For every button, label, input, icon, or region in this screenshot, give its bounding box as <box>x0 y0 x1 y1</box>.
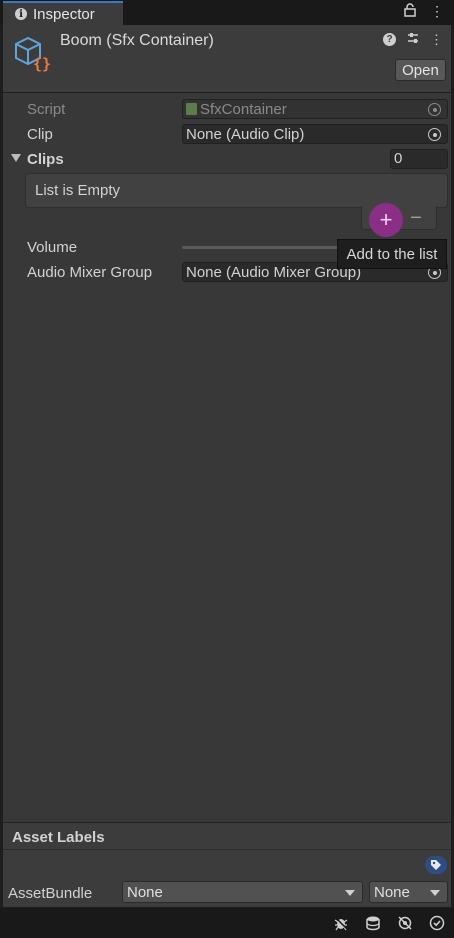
script-label: Script <box>27 101 66 118</box>
clip-row: Clip None (Audio Clip) <box>3 123 451 145</box>
header-icons: ? ⋮ <box>383 31 443 48</box>
asset-labels-section: Asset Labels AssetBundle None None <box>3 822 451 907</box>
variant-dropdown[interactable]: None <box>369 881 448 903</box>
svg-text:{}: {} <box>33 55 51 72</box>
list-empty-text: List is Empty <box>35 182 121 199</box>
open-button[interactable]: Open <box>395 59 446 81</box>
clip-field[interactable]: None (Audio Clip) <box>182 124 448 144</box>
status-bar <box>0 908 454 938</box>
variant-value: None <box>374 883 410 901</box>
clips-size-field[interactable]: 0 <box>390 149 448 169</box>
tab-menu-icon[interactable]: ⋮ <box>430 3 444 20</box>
divider <box>3 849 451 850</box>
chevron-down-icon <box>345 890 355 896</box>
volume-label: Volume <box>27 239 78 256</box>
script-field: SfxContainer <box>182 99 448 119</box>
add-to-list-button[interactable]: + <box>369 203 403 237</box>
volume-slider[interactable] <box>182 246 352 249</box>
assetbundle-label: AssetBundle <box>8 885 93 902</box>
tag-icon[interactable] <box>425 856 447 874</box>
check-circle-icon[interactable] <box>428 914 446 932</box>
assetbundle-dropdown[interactable]: None <box>122 881 363 903</box>
clip-value: None (Audio Clip) <box>186 125 305 143</box>
tooltip: Add to the list <box>337 239 447 269</box>
remove-from-list-button[interactable]: − <box>406 207 426 229</box>
clip-label: Clip <box>27 126 53 143</box>
lock-icon[interactable] <box>404 3 416 20</box>
script-file-icon <box>186 103 197 115</box>
visibility-off-icon[interactable] <box>396 914 414 932</box>
object-title: Boom (Sfx Container) <box>60 32 214 49</box>
more-icon[interactable]: ⋮ <box>430 32 443 48</box>
assetbundle-value: None <box>127 883 163 901</box>
script-row: Script SfxContainer <box>3 98 451 120</box>
info-icon: i <box>15 8 27 20</box>
preset-icon[interactable] <box>406 31 420 48</box>
bug-icon[interactable] <box>332 914 350 932</box>
inspector-header: {} Boom (Sfx Container) ? ⋮ Open <box>3 25 451 93</box>
object-picker-icon[interactable] <box>428 128 441 141</box>
mixer-value: None (Audio Mixer Group) <box>186 263 362 281</box>
tab-inspector[interactable]: i Inspector <box>3 1 123 25</box>
inspector-panel: {} Boom (Sfx Container) ? ⋮ Open Script … <box>3 25 451 907</box>
foldout-arrow-icon[interactable] <box>11 154 21 162</box>
help-icon[interactable]: ? <box>383 33 396 46</box>
tab-bar: i Inspector ⋮ <box>0 0 454 25</box>
script-value: SfxContainer <box>200 100 287 118</box>
object-picker-icon <box>428 103 441 116</box>
clips-row: Clips 0 <box>3 148 451 170</box>
database-icon[interactable] <box>364 914 382 932</box>
asset-labels-title: Asset Labels <box>12 829 105 846</box>
chevron-down-icon <box>430 890 440 896</box>
tab-inspector-label: Inspector <box>33 5 95 23</box>
status-icons <box>332 914 446 932</box>
mixer-label: Audio Mixer Group <box>27 264 153 281</box>
tab-tools: ⋮ <box>404 3 444 20</box>
clips-label[interactable]: Clips <box>27 151 64 168</box>
sfx-container-asset-icon: {} <box>15 36 51 72</box>
